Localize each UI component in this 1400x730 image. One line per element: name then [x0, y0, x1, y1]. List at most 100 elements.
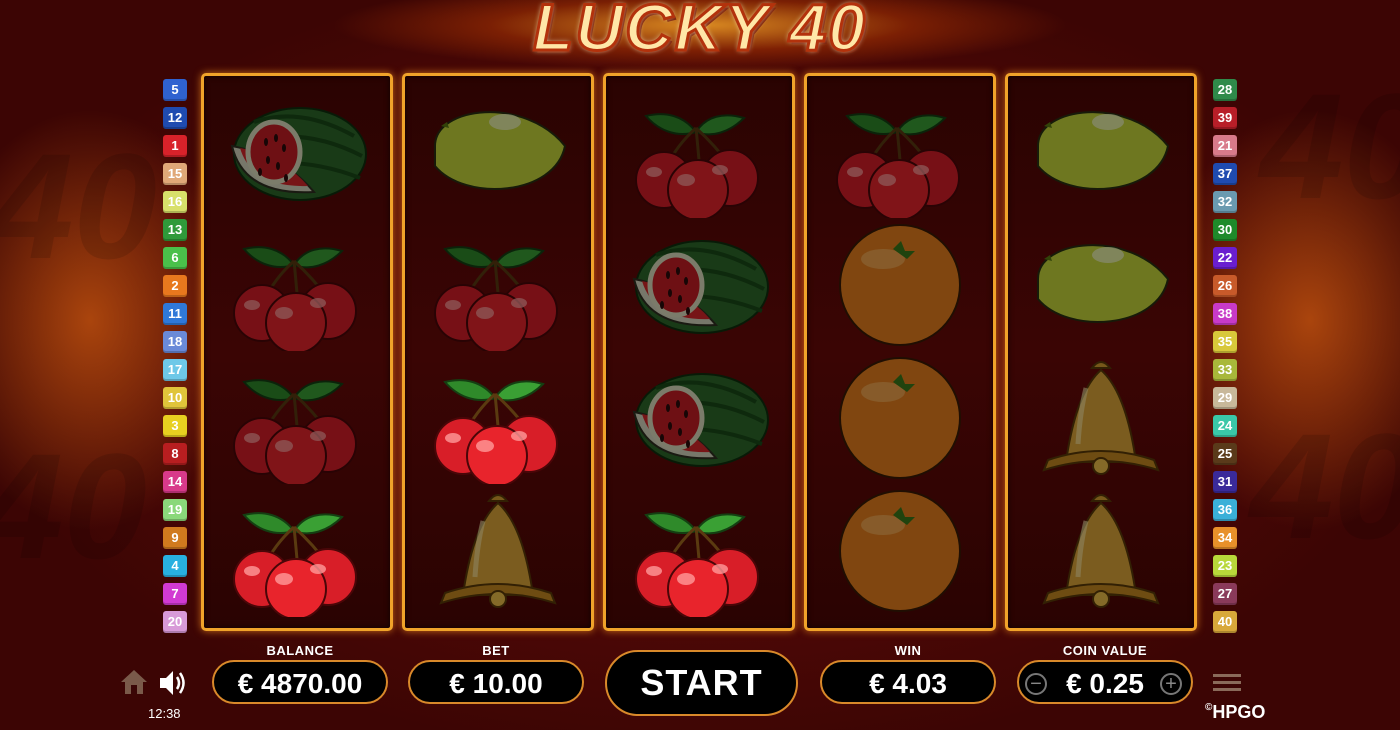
cherry-icon	[233, 379, 357, 484]
title-area: LUCKY 40	[430, 0, 970, 64]
payline-badge: 16	[163, 191, 187, 213]
home-button[interactable]	[119, 668, 149, 696]
balance-display: € 4870.00	[212, 660, 388, 704]
symbol-bell	[405, 485, 591, 617]
home-icon	[121, 670, 147, 694]
payline-badge: 36	[1213, 499, 1237, 521]
cherry-icon	[434, 246, 558, 351]
payline-badges-left: 5 12 1 15 16 13 6 2 11 18 17 10 3 8 14 19 9 4 7 20	[163, 79, 187, 639]
symbol-orange	[807, 485, 993, 617]
background-watermark: 40	[0, 122, 157, 290]
symbol-cherry	[204, 485, 390, 617]
reel-1	[201, 73, 393, 631]
watermelon-icon	[632, 240, 769, 334]
lemon-icon	[1037, 111, 1170, 190]
reel-4	[804, 73, 996, 631]
payline-badge: 21	[1213, 135, 1237, 157]
symbol-cherry	[405, 219, 591, 351]
cherry-icon	[233, 512, 357, 617]
payline-badge: 19	[163, 499, 187, 521]
game-stage: 40 40 40 40 LUCKY 40 5121151613621118171…	[0, 0, 1400, 730]
brand-logo: ©HPGO	[1205, 702, 1265, 723]
game-title: LUCKY 40	[532, 0, 867, 64]
clock: 12:38	[148, 706, 181, 721]
symbol-cherry	[606, 485, 792, 617]
payline-badge: 11	[163, 303, 187, 325]
symbol-watermelon	[204, 86, 390, 218]
payline-badge: 24	[1213, 415, 1237, 437]
bet-label: BET	[482, 643, 510, 658]
bell-icon	[439, 494, 557, 608]
symbol-orange	[807, 352, 993, 484]
payline-badge: 39	[1213, 107, 1237, 129]
payline-badge: 31	[1213, 471, 1237, 493]
reel-3	[603, 73, 795, 631]
payline-badge: 18	[163, 331, 187, 353]
payline-badge: 2	[163, 275, 187, 297]
payline-badge: 26	[1213, 275, 1237, 297]
payline-badge: 7	[163, 583, 187, 605]
payline-badge: 17	[163, 359, 187, 381]
symbol-bell	[1008, 352, 1194, 484]
symbol-bell	[1008, 485, 1194, 617]
payline-badge: 28	[1213, 79, 1237, 101]
payline-badge: 13	[163, 219, 187, 241]
win-label: WIN	[894, 643, 922, 658]
start-button[interactable]: START	[605, 650, 798, 716]
payline-badge: 29	[1213, 387, 1237, 409]
symbol-cherry	[204, 352, 390, 484]
win-display: € 4.03	[820, 660, 996, 704]
background-watermark: 40	[1260, 62, 1400, 230]
lemon-icon	[1037, 244, 1170, 323]
background-watermark: 40	[0, 422, 147, 590]
bet-button[interactable]: € 10.00	[408, 660, 584, 704]
payline-badges-right: 28 39 21 37 32 30 22 26 38 35 33 29 24 25 31 36 34 23 27 40	[1213, 79, 1237, 639]
payline-badge: 1	[163, 135, 187, 157]
coin-increase-button[interactable]: +	[1160, 673, 1182, 695]
payline-badge: 22	[1213, 247, 1237, 269]
watermelon-icon	[230, 107, 367, 201]
payline-badge: 15	[163, 163, 187, 185]
payline-badge: 14	[163, 471, 187, 493]
speaker-icon	[160, 671, 185, 695]
symbol-lemon	[405, 86, 591, 218]
payline-badge: 12	[163, 107, 187, 129]
cherry-icon	[233, 246, 357, 351]
symbol-lemon	[1008, 86, 1194, 218]
payline-badge: 37	[1213, 163, 1237, 185]
brand-name: HPGO	[1212, 702, 1266, 722]
symbol-cherry	[606, 86, 792, 218]
coin-decrease-button[interactable]: −	[1025, 673, 1047, 695]
payline-badge: 32	[1213, 191, 1237, 213]
payline-badge: 34	[1213, 527, 1237, 549]
reel-5	[1005, 73, 1197, 631]
symbol-watermelon	[606, 352, 792, 484]
cherry-icon	[635, 512, 759, 617]
symbol-cherry	[807, 86, 993, 218]
payline-badge: 35	[1213, 331, 1237, 353]
payline-badge: 30	[1213, 219, 1237, 241]
symbol-cherry	[204, 219, 390, 351]
balance-label: BALANCE	[266, 643, 334, 658]
payline-badge: 33	[1213, 359, 1237, 381]
payline-badge: 8	[163, 443, 187, 465]
cherry-icon	[836, 113, 960, 218]
background-watermark: 40	[1250, 402, 1400, 570]
lemon-icon	[434, 111, 567, 190]
symbol-watermelon	[606, 219, 792, 351]
payline-badge: 23	[1213, 555, 1237, 577]
symbol-cherry	[405, 352, 591, 484]
sound-button[interactable]	[157, 668, 189, 698]
cherry-icon	[434, 379, 558, 484]
orange-icon	[839, 490, 961, 612]
payline-badge: 6	[163, 247, 187, 269]
orange-icon	[839, 224, 961, 346]
payline-badge: 10	[163, 387, 187, 409]
payline-badge: 40	[1213, 611, 1237, 633]
menu-button[interactable]	[1213, 672, 1241, 694]
payline-badge: 5	[163, 79, 187, 101]
orange-icon	[839, 357, 961, 479]
symbol-lemon	[1008, 219, 1194, 351]
payline-badge: 20	[163, 611, 187, 633]
reel-2	[402, 73, 594, 631]
